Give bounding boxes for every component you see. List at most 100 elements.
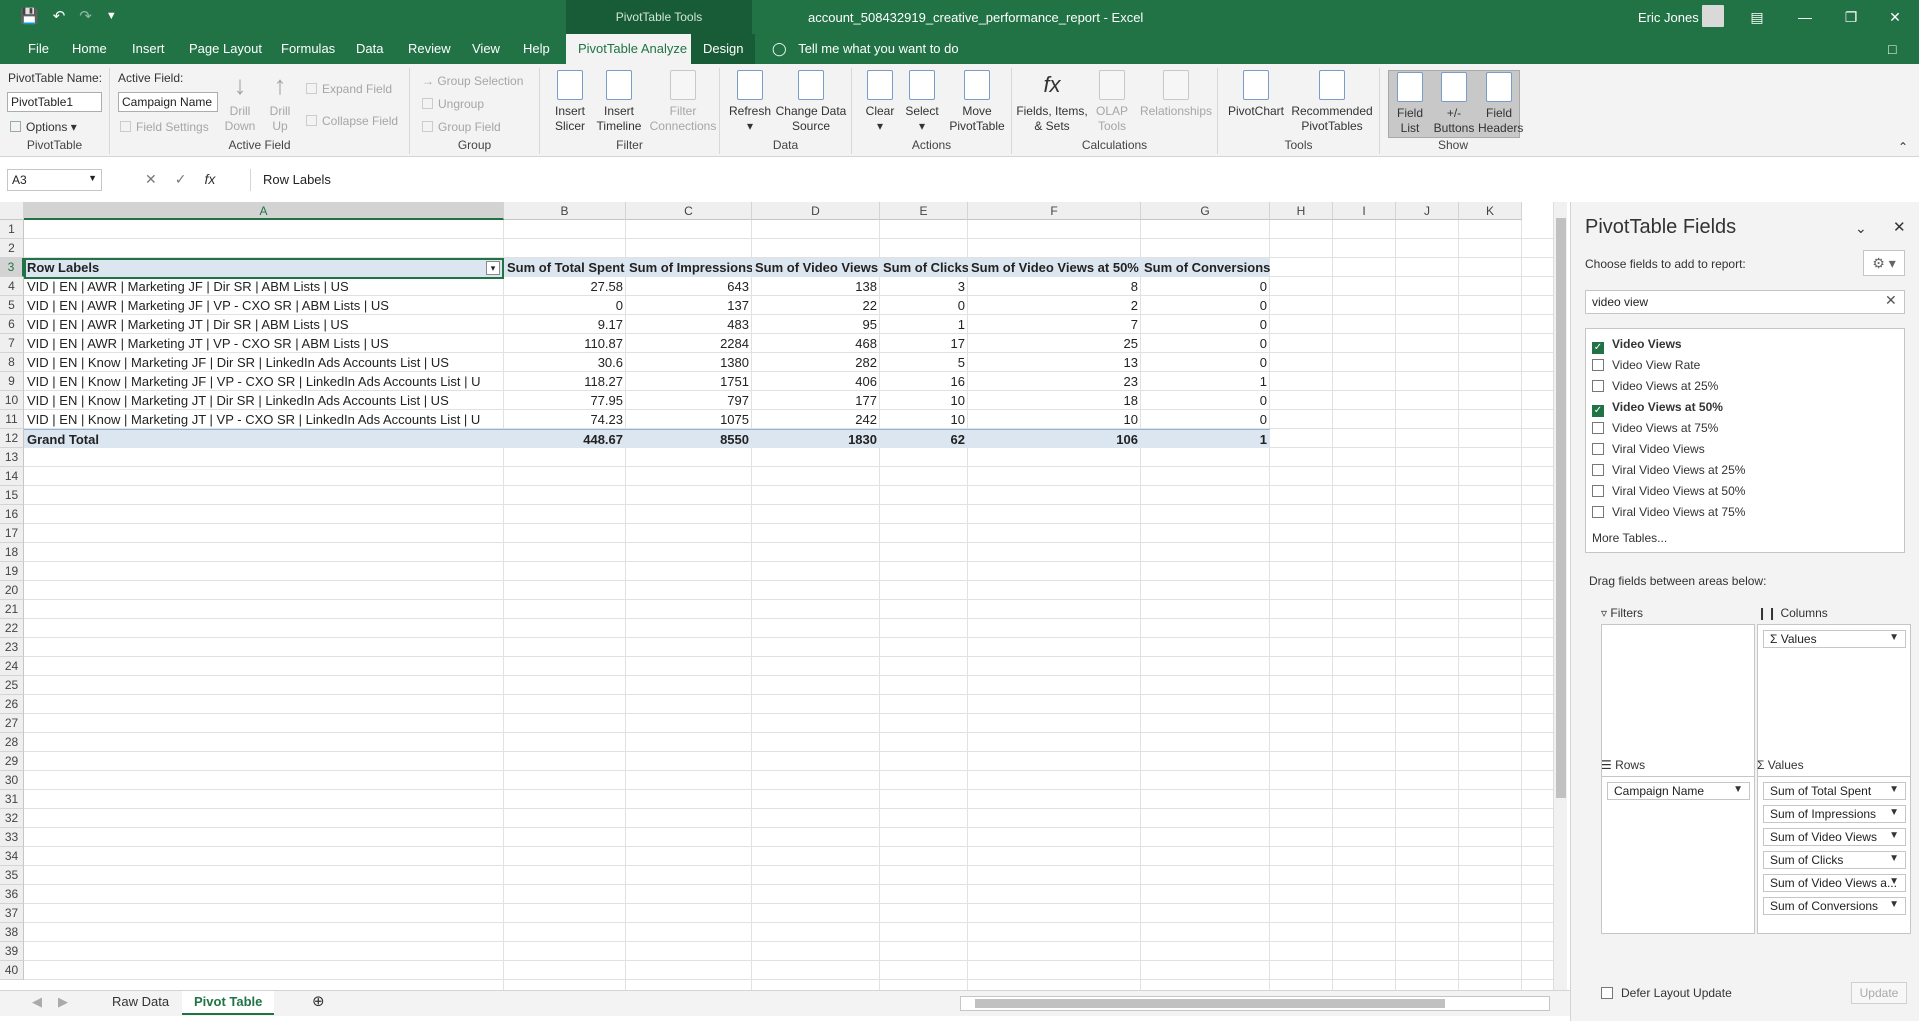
field-item[interactable]: Video View Rate [1592, 358, 1700, 372]
select-button[interactable]: Select ▾ [902, 70, 942, 134]
rows-drop-zone[interactable]: Campaign Name ▼ [1601, 776, 1755, 934]
field-checkbox[interactable] [1592, 464, 1604, 476]
column-header[interactable]: A [24, 202, 504, 220]
row-header[interactable]: 29 [0, 752, 24, 771]
pivot-cell[interactable]: 95 [752, 315, 880, 334]
row-header[interactable]: 14 [0, 467, 24, 486]
grand-total-cell[interactable]: 1 [1141, 429, 1270, 448]
row-header[interactable]: 26 [0, 695, 24, 714]
row-header[interactable]: 38 [0, 923, 24, 942]
row-labels-filter-icon[interactable]: ▾ [486, 261, 500, 275]
drill-up-button[interactable]: ↑ Drill Up [262, 70, 298, 134]
pivot-cell[interactable]: 5 [880, 353, 968, 372]
row-header[interactable]: 12 [0, 429, 24, 448]
pivot-cell[interactable]: 643 [626, 277, 752, 296]
field-checkbox[interactable]: ✓ [1592, 342, 1604, 354]
pivot-cell[interactable]: VID | EN | Know | Marketing JT | Dir SR … [24, 391, 504, 410]
save-icon[interactable]: 💾 [20, 7, 39, 25]
row-header[interactable]: 35 [0, 866, 24, 885]
pivot-cell[interactable]: 10 [968, 410, 1141, 429]
row-header[interactable]: 1 [0, 220, 24, 239]
pivot-cell[interactable]: 17 [880, 334, 968, 353]
horizontal-scrollbar[interactable] [960, 996, 1550, 1011]
pivot-cell[interactable]: 406 [752, 372, 880, 391]
pivot-cell[interactable]: 137 [626, 296, 752, 315]
pivot-cell[interactable]: 0 [1141, 410, 1270, 429]
vertical-scrollbar[interactable] [1553, 202, 1567, 990]
pivot-cell[interactable]: 1751 [626, 372, 752, 391]
row-header[interactable]: 3 [0, 258, 24, 277]
pivot-header-cell[interactable]: Sum of Video Views at 50% [968, 258, 1141, 277]
pivot-cell[interactable]: 16 [880, 372, 968, 391]
insert-function-icon[interactable]: fx [204, 171, 215, 188]
insert-slicer-button[interactable]: Insert Slicer [550, 70, 590, 134]
relationships-button[interactable]: Relationships [1136, 70, 1216, 119]
row-header[interactable]: 18 [0, 543, 24, 562]
field-item[interactable]: Viral Video Views at 25% [1592, 463, 1745, 477]
pivot-cell[interactable]: 282 [752, 353, 880, 372]
row-header[interactable]: 6 [0, 315, 24, 334]
row-header[interactable]: 25 [0, 676, 24, 695]
tab-page-layout[interactable]: Page Layout [181, 34, 270, 64]
pivot-cell[interactable]: 9.17 [504, 315, 626, 334]
ribbon-display-options-icon[interactable]: ▤ [1742, 4, 1772, 30]
pivot-cell[interactable]: 77.95 [504, 391, 626, 410]
pivot-cell[interactable]: 10 [880, 410, 968, 429]
pivottable-name-input[interactable]: PivotTable1 [7, 92, 102, 112]
update-button[interactable]: Update [1851, 982, 1907, 1004]
row-header[interactable]: 34 [0, 847, 24, 866]
pivot-cell[interactable]: 0 [504, 296, 626, 315]
pivot-cell[interactable]: 23 [968, 372, 1141, 391]
column-header[interactable]: I [1333, 202, 1396, 220]
change-data-source-button[interactable]: Change Data Source [772, 70, 850, 134]
grand-total-cell[interactable]: 8550 [626, 429, 752, 448]
field-checkbox[interactable]: ✓ [1592, 405, 1604, 417]
row-header[interactable]: 33 [0, 828, 24, 847]
collapse-field-button[interactable]: Collapse Field [306, 114, 398, 128]
restore-icon[interactable]: ❐ [1836, 4, 1866, 30]
drill-down-button[interactable]: ↓ Drill Down [222, 70, 258, 134]
values-item[interactable]: Sum of Video Views a... ▼ [1763, 874, 1906, 892]
scroll-sheets-right-icon[interactable]: ▶ [46, 991, 80, 1015]
row-header[interactable]: 23 [0, 638, 24, 657]
column-header[interactable]: E [880, 202, 968, 220]
field-item[interactable]: Viral Video Views at 75% [1592, 505, 1745, 519]
row-header[interactable]: 24 [0, 657, 24, 676]
pivot-cell[interactable]: 1075 [626, 410, 752, 429]
pivot-cell[interactable]: VID | EN | Know | Marketing JF | Dir SR … [24, 353, 504, 372]
field-item[interactable]: ✓ Video Views [1592, 337, 1682, 354]
add-sheet-icon[interactable]: ⊕ [300, 991, 337, 1015]
row-header[interactable]: 13 [0, 448, 24, 467]
filter-connections-button[interactable]: Filter Connections [648, 70, 718, 134]
insert-timeline-button[interactable]: Insert Timeline [594, 70, 644, 134]
column-header[interactable]: C [626, 202, 752, 220]
formula-input[interactable]: Row Labels [250, 169, 1910, 191]
tab-data[interactable]: Data [348, 34, 391, 64]
active-field-input[interactable]: Campaign Name [118, 92, 218, 112]
pivot-cell[interactable]: 468 [752, 334, 880, 353]
tab-pivottable-analyze[interactable]: PivotTable Analyze [566, 34, 700, 64]
row-header[interactable]: 22 [0, 619, 24, 638]
pivot-cell[interactable]: 177 [752, 391, 880, 410]
row-header[interactable]: 27 [0, 714, 24, 733]
pivot-cell[interactable]: 7 [968, 315, 1141, 334]
column-header[interactable]: J [1396, 202, 1459, 220]
pivot-cell[interactable]: 25 [968, 334, 1141, 353]
customize-qat-icon[interactable]: ▼ [106, 10, 117, 22]
values-item[interactable]: Sum of Video Views ▼ [1763, 828, 1906, 846]
pivot-header-cell[interactable]: Sum of Total Spent [504, 258, 626, 277]
pivot-header-cell[interactable]: Sum of Conversions [1141, 258, 1270, 277]
pivot-cell[interactable]: 0 [880, 296, 968, 315]
row-header[interactable]: 16 [0, 505, 24, 524]
row-header[interactable]: 17 [0, 524, 24, 543]
tab-design[interactable]: Design [691, 34, 756, 64]
pivot-header-cell[interactable]: Sum of Impressions [626, 258, 752, 277]
refresh-button[interactable]: Refresh ▾ [728, 70, 772, 134]
tell-me-search[interactable]: ◯ Tell me what you want to do [764, 34, 967, 64]
row-header[interactable]: 36 [0, 885, 24, 904]
grand-total-cell[interactable]: 62 [880, 429, 968, 448]
field-headers-button[interactable]: Field Headers [1478, 72, 1523, 136]
cancel-icon[interactable]: ✕ [145, 171, 157, 188]
pivot-cell[interactable]: 30.6 [504, 353, 626, 372]
plus-minus-buttons-button[interactable]: +/- Buttons [1432, 72, 1476, 136]
